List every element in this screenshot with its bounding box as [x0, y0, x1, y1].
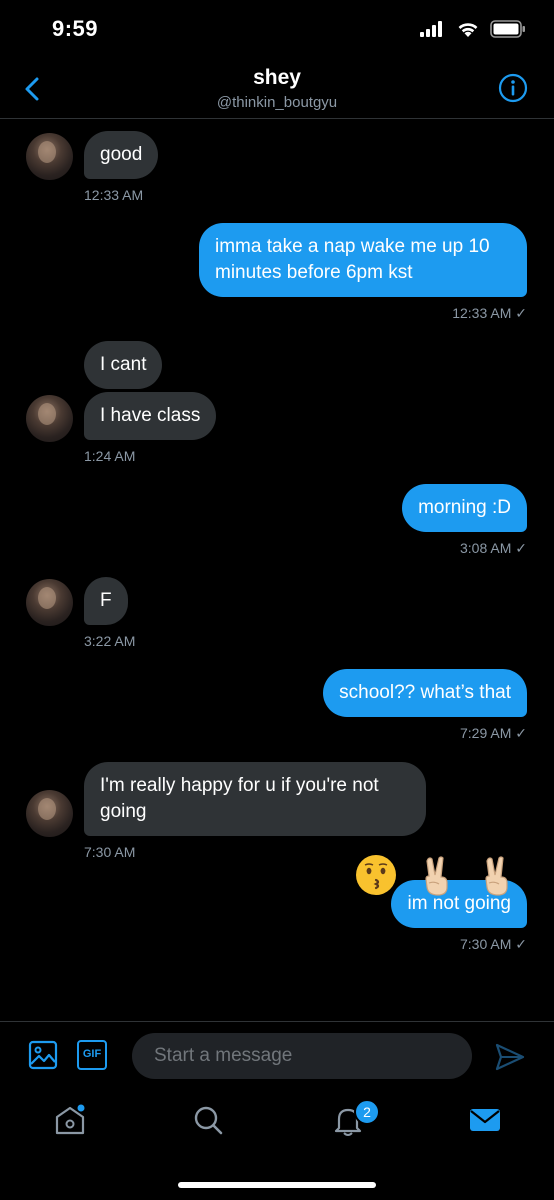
notifications-badge: 2	[354, 1099, 380, 1125]
wifi-icon	[458, 23, 478, 37]
incoming-message[interactable]: F	[84, 577, 128, 625]
status-bar: 9:59	[0, 0, 554, 60]
gif-button[interactable]: GIF	[77, 1040, 107, 1070]
victory-hand-emoji	[485, 856, 508, 896]
info-icon[interactable]	[498, 73, 528, 103]
message-input[interactable]: Start a message	[132, 1033, 472, 1079]
incoming-message[interactable]: good	[84, 131, 159, 179]
outgoing-message[interactable]: imma take a nap wake me up 10 minutes be…	[199, 223, 527, 297]
message-timestamp: 12:33 AM	[84, 187, 144, 203]
contact-avatar[interactable]	[26, 790, 73, 837]
messages-envelope-icon[interactable]	[467, 1102, 503, 1138]
message-timestamp: 3:22 AM	[84, 633, 136, 649]
message-composer: GIF Start a message	[0, 1021, 554, 1090]
contact-avatar[interactable]	[26, 579, 73, 626]
status-icons	[420, 20, 526, 38]
search-icon[interactable]	[190, 1102, 226, 1138]
contact-handle: @thinkin_boutgyu	[216, 94, 338, 111]
contact-avatar[interactable]	[26, 395, 73, 442]
kissing-face-emoji	[356, 855, 396, 895]
image-icon[interactable]	[28, 1040, 58, 1070]
contact-name[interactable]: shey	[0, 66, 554, 90]
emoji-message[interactable]	[354, 853, 518, 897]
outgoing-message[interactable]: school?? what’s that	[323, 669, 527, 717]
send-icon[interactable]	[494, 1041, 526, 1073]
message-timestamp: 3:08 AM ✓	[460, 540, 527, 556]
message-timestamp: 1:24 AM	[84, 448, 136, 464]
conversation-header: shey @thinkin_boutgyu	[0, 60, 554, 119]
home-indicator	[178, 1182, 376, 1188]
battery-icon	[490, 20, 525, 38]
cellular-signal-icon	[420, 21, 442, 37]
message-timestamp: 12:33 AM ✓	[452, 305, 527, 321]
home-icon[interactable]	[52, 1102, 88, 1138]
victory-hand-emoji	[425, 856, 448, 896]
incoming-message[interactable]: I cant	[84, 341, 163, 389]
incoming-message[interactable]: I have class	[84, 392, 217, 440]
status-time: 9:59	[52, 16, 99, 41]
message-timestamp: 7:30 AM	[84, 844, 136, 860]
contact-avatar[interactable]	[26, 133, 73, 180]
message-timestamp: 7:29 AM ✓	[460, 725, 527, 741]
tab-bar	[0, 1090, 554, 1160]
incoming-message[interactable]: I'm really happy for u if you're not goi…	[84, 762, 426, 836]
outgoing-message[interactable]: morning :D	[402, 484, 527, 532]
message-timestamp: 7:30 AM ✓	[460, 936, 527, 952]
